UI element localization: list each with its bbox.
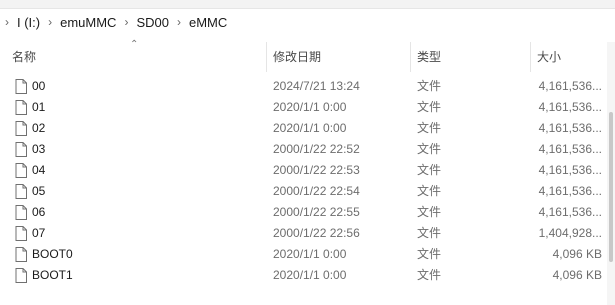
- file-icon: [15, 142, 27, 157]
- breadcrumb: › I (I:) › emuMMC › SD00 › eMMC: [0, 9, 615, 35]
- file-size: 4,161,536...: [538, 100, 602, 114]
- file-size: 4,096 KB: [552, 247, 602, 261]
- breadcrumb-item[interactable]: eMMC: [186, 15, 230, 30]
- chevron-right-icon[interactable]: ›: [0, 15, 14, 29]
- chevron-right-icon[interactable]: ›: [43, 15, 57, 29]
- file-row[interactable]: 02 2020/1/1 0:00 文件 4,161,536...: [0, 118, 615, 139]
- column-divider[interactable]: [530, 42, 531, 72]
- file-type: 文件: [417, 121, 442, 135]
- chevron-right-icon[interactable]: ›: [119, 15, 133, 29]
- file-size: 4,161,536...: [538, 79, 602, 93]
- scrollbar-thumb[interactable]: [609, 112, 613, 262]
- column-header: ⌃ 名称 修改日期 类型 大小: [0, 39, 615, 72]
- file-date: 2020/1/1 0:00: [273, 268, 347, 282]
- file-name[interactable]: 05: [32, 181, 45, 202]
- file-row[interactable]: 03 2000/1/22 22:52 文件 4,161,536...: [0, 139, 615, 160]
- file-date: 2000/1/22 22:55: [273, 205, 360, 219]
- file-type: 文件: [417, 142, 442, 156]
- chevron-right-icon[interactable]: ›: [172, 15, 186, 29]
- file-icon: [15, 226, 27, 241]
- file-name[interactable]: 04: [32, 160, 45, 181]
- column-header-size[interactable]: 大小: [537, 42, 561, 72]
- file-type: 文件: [417, 226, 442, 240]
- file-size: 4,096 KB: [552, 268, 602, 282]
- file-name[interactable]: 02: [32, 118, 45, 139]
- file-date: 2020/1/1 0:00: [273, 247, 347, 261]
- file-icon: [15, 268, 27, 283]
- file-name[interactable]: 03: [32, 139, 45, 160]
- file-size: 4,161,536...: [538, 121, 602, 135]
- file-type: 文件: [417, 163, 442, 177]
- column-header-type[interactable]: 类型: [417, 42, 441, 72]
- sort-up-icon: ⌃: [130, 39, 139, 50]
- column-header-date[interactable]: 修改日期: [273, 42, 321, 72]
- file-icon: [15, 163, 27, 178]
- file-name[interactable]: BOOT0: [32, 244, 73, 265]
- file-size: 4,161,536...: [538, 163, 602, 177]
- file-name[interactable]: BOOT1: [32, 265, 73, 286]
- file-list: 00 2024/7/21 13:24 文件 4,161,536... 01 20…: [0, 76, 615, 286]
- vertical-scrollbar[interactable]: [607, 42, 615, 305]
- file-date: 2000/1/22 22:54: [273, 184, 360, 198]
- file-type: 文件: [417, 100, 442, 114]
- file-row[interactable]: 07 2000/1/22 22:56 文件 1,404,928...: [0, 223, 615, 244]
- file-type: 文件: [417, 205, 442, 219]
- breadcrumb-item[interactable]: SD00: [133, 15, 172, 30]
- file-row[interactable]: BOOT1 2020/1/1 0:00 文件 4,096 KB: [0, 265, 615, 286]
- file-type: 文件: [417, 247, 442, 261]
- file-icon: [15, 79, 27, 94]
- file-icon: [15, 184, 27, 199]
- file-date: 2024/7/21 13:24: [273, 79, 360, 93]
- file-date: 2020/1/1 0:00: [273, 100, 347, 114]
- file-icon: [15, 247, 27, 262]
- file-type: 文件: [417, 79, 442, 93]
- window-top-strip: [0, 0, 615, 9]
- file-row[interactable]: 00 2024/7/21 13:24 文件 4,161,536...: [0, 76, 615, 97]
- breadcrumb-item[interactable]: I (I:): [14, 15, 43, 30]
- file-row[interactable]: BOOT0 2020/1/1 0:00 文件 4,096 KB: [0, 244, 615, 265]
- file-type: 文件: [417, 268, 442, 282]
- file-row[interactable]: 04 2000/1/22 22:53 文件 4,161,536...: [0, 160, 615, 181]
- file-icon: [15, 205, 27, 220]
- column-header-name[interactable]: 名称: [12, 42, 36, 72]
- file-size: 4,161,536...: [538, 142, 602, 156]
- file-name[interactable]: 01: [32, 97, 45, 118]
- file-name[interactable]: 06: [32, 202, 45, 223]
- file-icon: [15, 100, 27, 115]
- column-divider[interactable]: [266, 42, 267, 72]
- file-name[interactable]: 00: [32, 76, 45, 97]
- file-row[interactable]: 06 2000/1/22 22:55 文件 4,161,536...: [0, 202, 615, 223]
- file-date: 2000/1/22 22:52: [273, 142, 360, 156]
- file-row[interactable]: 05 2000/1/22 22:54 文件 4,161,536...: [0, 181, 615, 202]
- file-size: 1,404,928...: [538, 226, 602, 240]
- file-row[interactable]: 01 2020/1/1 0:00 文件 4,161,536...: [0, 97, 615, 118]
- file-type: 文件: [417, 184, 442, 198]
- file-name[interactable]: 07: [32, 223, 45, 244]
- file-date: 2020/1/1 0:00: [273, 121, 347, 135]
- column-divider[interactable]: [410, 42, 411, 72]
- file-date: 2000/1/22 22:56: [273, 226, 360, 240]
- file-size: 4,161,536...: [538, 205, 602, 219]
- breadcrumb-item[interactable]: emuMMC: [57, 15, 119, 30]
- file-size: 4,161,536...: [538, 184, 602, 198]
- file-date: 2000/1/22 22:53: [273, 163, 360, 177]
- file-icon: [15, 121, 27, 136]
